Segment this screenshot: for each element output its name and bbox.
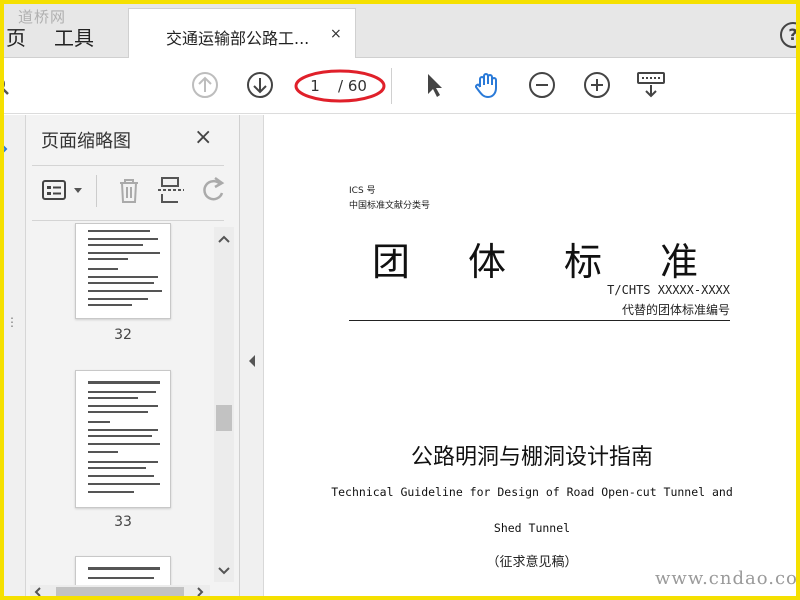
- thumbnail-options-icon[interactable]: [41, 175, 71, 205]
- thumbnail-list: 32 33: [26, 223, 214, 593]
- watermark-top: 道桥网: [18, 8, 67, 26]
- english-title-line1: Technical Guideline for Design of Road O…: [331, 485, 733, 499]
- more-options-icon[interactable]: ⋮: [6, 315, 18, 329]
- search-icon[interactable]: [0, 76, 14, 98]
- scroll-left-icon[interactable]: [34, 587, 42, 597]
- close-panel-icon[interactable]: ×: [194, 125, 212, 150]
- zoom-in-icon[interactable]: [582, 70, 612, 100]
- help-icon[interactable]: ?: [780, 22, 800, 48]
- thumbnail-label: 32: [114, 327, 132, 343]
- page-thumbnails-nav-icon[interactable]: [0, 141, 10, 157]
- standard-code: T/CHTS XXXXX-XXXX: [607, 283, 730, 297]
- extract-page-icon[interactable]: [156, 175, 186, 205]
- collapse-panel-strip[interactable]: [240, 115, 264, 600]
- document-tab[interactable]: 交通运输部公路工... ×: [128, 8, 356, 59]
- chinese-title: 公路明洞与棚洞设计指南: [410, 445, 653, 470]
- horizontal-scroll-thumb[interactable]: [56, 587, 184, 597]
- thumbnail-horizontal-scrollbar[interactable]: [30, 585, 210, 599]
- thumbnail-page-32[interactable]: [75, 223, 171, 319]
- select-cursor-icon[interactable]: [419, 70, 449, 100]
- thumbnail-panel: 页面缩略图 × 32 33: [26, 115, 240, 600]
- panel-divider: [32, 165, 224, 166]
- replaced-standard-code: 代替的团体标准编号: [621, 303, 730, 317]
- document-tab-title: 交通运输部公路工...: [166, 29, 310, 48]
- panel-title: 页面缩略图: [41, 131, 131, 152]
- delete-page-icon[interactable]: [114, 175, 144, 205]
- red-circle-annotation: [294, 69, 386, 103]
- zoom-out-icon[interactable]: [527, 70, 557, 100]
- classification-number: 中国标准文献分类号: [349, 201, 431, 211]
- ics-number: ICS 号: [349, 186, 376, 196]
- tab-bar: 页 工具 交通运输部公路工... × ? 道桥网: [0, 0, 800, 59]
- close-tab-icon[interactable]: ×: [330, 26, 342, 42]
- watermark-bottom: www.cndao.com: [655, 568, 800, 589]
- rotate-page-icon[interactable]: [198, 175, 228, 205]
- keyboard-scroll-icon[interactable]: [636, 70, 666, 100]
- toolbar: / 60: [0, 58, 800, 114]
- scroll-down-icon[interactable]: [218, 567, 230, 575]
- scroll-right-icon[interactable]: [196, 587, 204, 597]
- document-big-title: 团体标准: [372, 240, 757, 284]
- navigation-pane-strip: ⋮: [0, 115, 26, 600]
- collapse-left-icon[interactable]: [248, 355, 256, 367]
- english-title-line2: Shed Tunnel: [493, 521, 571, 535]
- thumbnail-page-33[interactable]: [75, 370, 171, 508]
- vertical-scroll-thumb[interactable]: [216, 405, 232, 431]
- header-rule: [349, 320, 730, 321]
- previous-page-icon[interactable]: [190, 70, 220, 100]
- scroll-up-icon[interactable]: [218, 235, 230, 243]
- chevron-down-icon[interactable]: [73, 187, 83, 195]
- next-page-icon[interactable]: [245, 70, 275, 100]
- thumbnail-vertical-scrollbar[interactable]: [214, 227, 234, 582]
- hand-tool-icon[interactable]: [472, 70, 502, 100]
- document-page: ICS 号 中国标准文献分类号 团体标准 T/CHTS XXXXX-XXXX 代…: [264, 115, 800, 600]
- toolbar-divider: [391, 68, 392, 104]
- panel-divider-2: [32, 220, 224, 221]
- tool-divider: [96, 175, 97, 207]
- thumbnail-label: 33: [114, 514, 132, 530]
